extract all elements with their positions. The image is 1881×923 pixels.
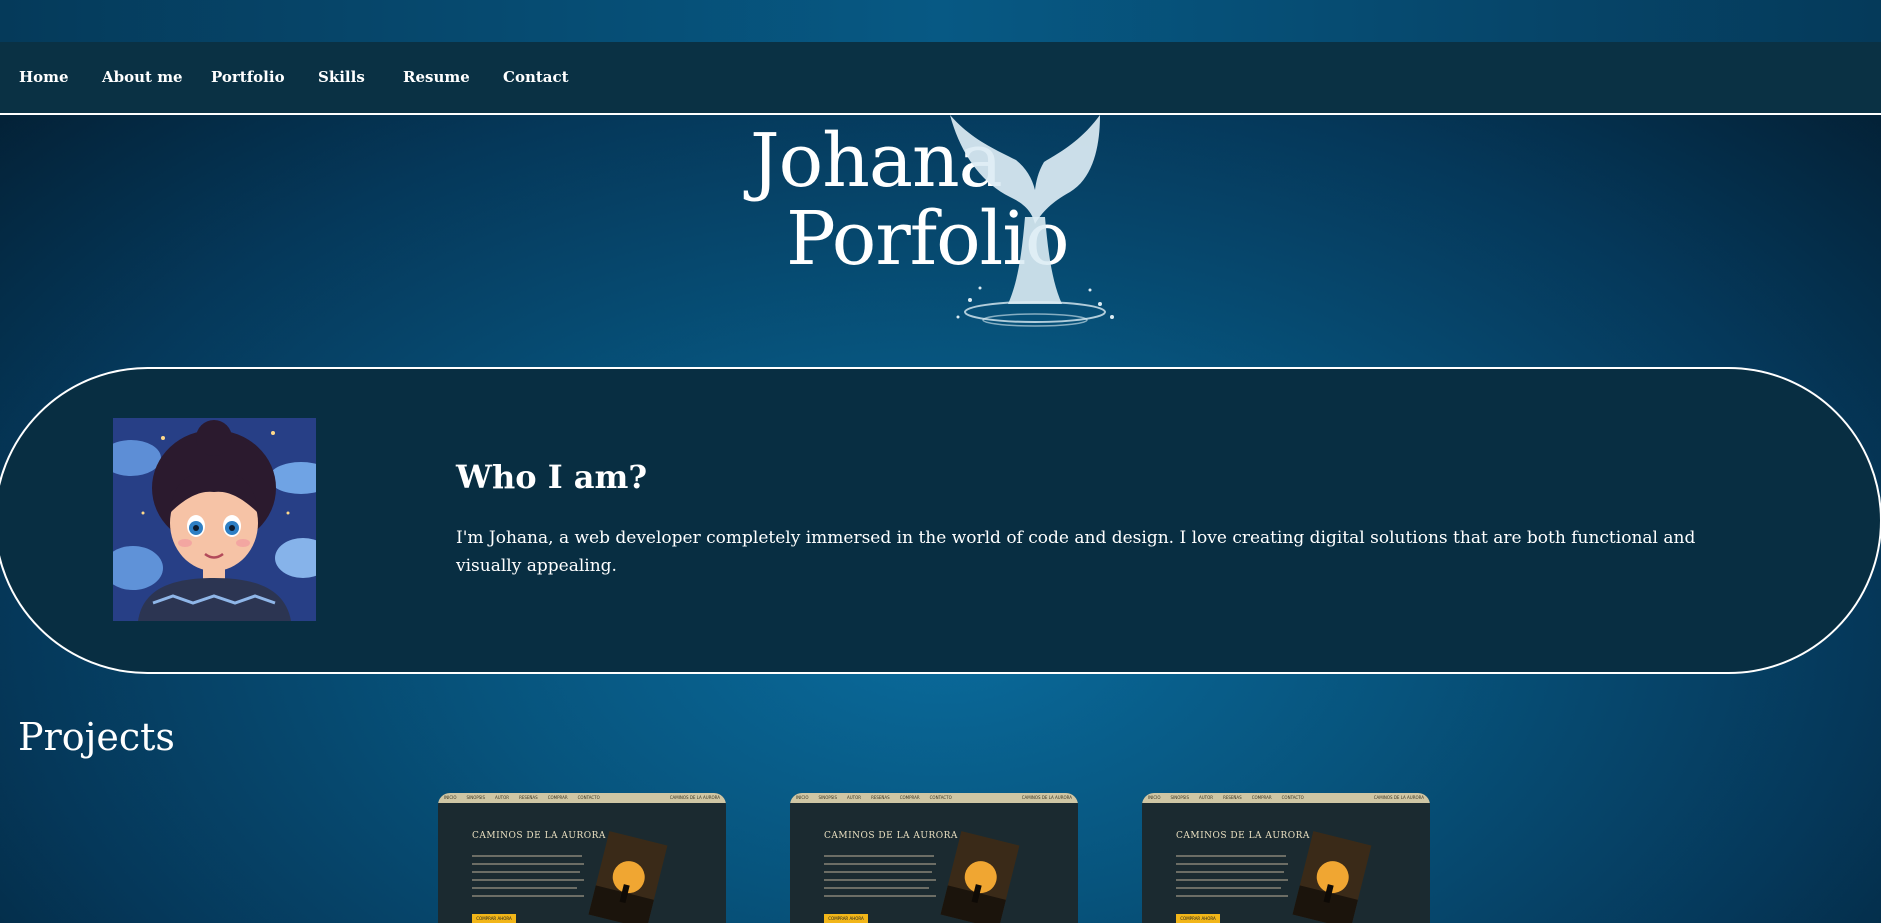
card-nav-link: CONTACTO (929, 795, 952, 800)
card-text-line (824, 871, 932, 873)
card-text-line (1176, 879, 1288, 881)
card-text-line (824, 895, 936, 897)
card-site-navbar: INICIO SINOPSIS AUTOR RESEÑAS COMPRAR CO… (1142, 793, 1430, 803)
nav-link-portfolio[interactable]: Portfolio (211, 68, 285, 86)
whale-tail-icon (950, 115, 1114, 327)
card-text-line (824, 855, 934, 857)
card-buy-button: COMPRAR AHORA (824, 914, 868, 923)
book-cover-image (940, 831, 1020, 923)
card-text-line (472, 855, 582, 857)
card-nav-link: COMPRAR (1251, 795, 1272, 800)
card-nav-link: INICIO (796, 795, 809, 800)
card-brand: CAMINOS DE LA AURORA (669, 795, 720, 800)
card-text-line (824, 887, 929, 889)
card-nav-link: SINOPSIS (1170, 795, 1190, 800)
about-text: I'm Johana, a web developer completely i… (456, 528, 1696, 576)
card-nav-link: AUTOR (495, 795, 510, 800)
card-nav-link: INICIO (1148, 795, 1161, 800)
card-site-title: CAMINOS DE LA AURORA (472, 831, 606, 841)
card-nav-link: INICIO (444, 795, 457, 800)
about-heading: Who I am? (456, 458, 648, 496)
card-text-line (824, 879, 936, 881)
nav-item-about[interactable]: About me (102, 68, 183, 86)
avatar-illustration (113, 418, 316, 621)
nav-link-skills[interactable]: Skills (318, 68, 365, 86)
card-nav-link: RESEÑAS (519, 795, 538, 800)
card-text-line (1176, 855, 1286, 857)
card-text-line (1176, 863, 1288, 865)
card-site-navbar: INICIO SINOPSIS AUTOR RESEÑAS COMPRAR CO… (790, 793, 1078, 803)
book-cover-image (1292, 831, 1372, 923)
card-buy-button: COMPRAR AHORA (472, 914, 516, 923)
nav-link-home[interactable]: Home (19, 68, 69, 86)
book-cover-image (588, 831, 668, 923)
nav-link-resume[interactable]: Resume (403, 68, 470, 86)
nav-item-portfolio[interactable]: Portfolio (211, 68, 285, 86)
nav-item-home[interactable]: Home (19, 68, 69, 86)
card-nav-link: SINOPSIS (818, 795, 838, 800)
card-nav-link: RESEÑAS (871, 795, 890, 800)
card-text-line (472, 863, 584, 865)
card-text-line (1176, 887, 1281, 889)
card-nav-link: COMPRAR (547, 795, 568, 800)
top-band (0, 0, 1881, 42)
card-text-line (472, 895, 584, 897)
card-text-line (472, 887, 577, 889)
nav-link-about[interactable]: About me (102, 68, 183, 86)
card-nav-link: AUTOR (1199, 795, 1214, 800)
card-brand: CAMINOS DE LA AURORA (1021, 795, 1072, 800)
card-site-title: CAMINOS DE LA AURORA (824, 831, 958, 841)
card-site-title: CAMINOS DE LA AURORA (1176, 831, 1310, 841)
project-card[interactable]: INICIO SINOPSIS AUTOR RESEÑAS COMPRAR CO… (1142, 793, 1430, 923)
card-text-line (1176, 895, 1288, 897)
main-navbar: Home About me Portfolio Skills Resume Co… (0, 42, 1881, 115)
projects-title: Projects (18, 715, 175, 759)
card-text-line (472, 879, 584, 881)
hero-logo: Johana Porfolio (740, 112, 1120, 337)
card-text-line (472, 871, 580, 873)
card-buy-button: COMPRAR AHORA (1176, 914, 1220, 923)
card-text-line (1176, 871, 1284, 873)
card-nav-link: COMPRAR (899, 795, 920, 800)
nav-item-resume[interactable]: Resume (403, 68, 470, 86)
project-card[interactable]: INICIO SINOPSIS AUTOR RESEÑAS COMPRAR CO… (438, 793, 726, 923)
nav-item-contact[interactable]: Contact (503, 68, 569, 86)
card-nav-link: AUTOR (847, 795, 862, 800)
nav-link-contact[interactable]: Contact (503, 68, 569, 86)
card-site-navbar: INICIO SINOPSIS AUTOR RESEÑAS COMPRAR CO… (438, 793, 726, 803)
nav-item-skills[interactable]: Skills (318, 68, 365, 86)
project-card[interactable]: INICIO SINOPSIS AUTOR RESEÑAS COMPRAR CO… (790, 793, 1078, 923)
card-text-line (824, 863, 936, 865)
card-nav-link: CONTACTO (577, 795, 600, 800)
avatar (113, 418, 316, 621)
card-nav-link: CONTACTO (1281, 795, 1304, 800)
nav-list: Home About me Portfolio Skills Resume Co… (0, 42, 1881, 113)
card-brand: CAMINOS DE LA AURORA (1373, 795, 1424, 800)
card-nav-link: RESEÑAS (1223, 795, 1242, 800)
card-nav-link: SINOPSIS (466, 795, 486, 800)
